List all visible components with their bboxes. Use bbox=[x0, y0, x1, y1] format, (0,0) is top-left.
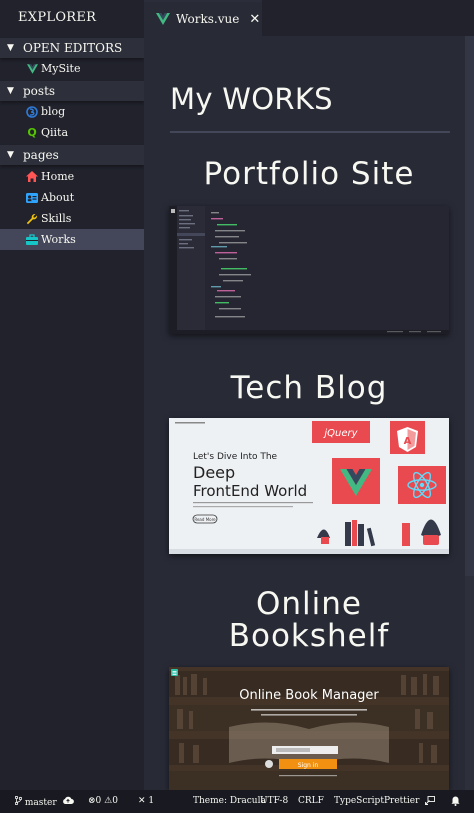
branch-name: master bbox=[24, 798, 57, 808]
language-status[interactable]: TypeScript bbox=[334, 796, 384, 806]
item-label: MySite bbox=[41, 62, 81, 75]
chevron-down-icon: ▼ bbox=[7, 43, 14, 53]
section-label: OPEN EDITORS bbox=[23, 41, 123, 55]
bookshelf-screenshot: Online Book Manager Sign in bbox=[169, 667, 449, 790]
item-label: Works bbox=[41, 233, 76, 246]
item-label: Home bbox=[41, 170, 75, 183]
blog-read-more: Read More bbox=[194, 517, 216, 522]
blog-headline-1: Deep bbox=[193, 463, 235, 482]
work-title-tech-blog: Tech Blog bbox=[230, 370, 388, 406]
editor-scrollbar[interactable] bbox=[465, 36, 474, 790]
title-divider bbox=[170, 131, 450, 133]
code-editor-screenshot bbox=[169, 206, 449, 334]
item-label: About bbox=[41, 191, 75, 204]
sidebar-item-about[interactable]: About bbox=[0, 187, 144, 208]
close-icon[interactable]: ✕ bbox=[249, 12, 260, 27]
sidebar-item-skills[interactable]: Skills bbox=[0, 208, 144, 229]
editor-tab-bar: Works.vue ✕ bbox=[144, 0, 474, 36]
jquery-logo-text: jQuery bbox=[322, 428, 358, 439]
git-branch-icon bbox=[14, 795, 23, 806]
tools-count: 1 bbox=[148, 796, 155, 806]
vue-icon bbox=[26, 63, 38, 75]
status-bar: master ⊗0 ⚠0 ✕ 1 Theme: Dracula UTF-8 CR… bbox=[0, 790, 474, 813]
problems-status[interactable]: ⊗0 ⚠0 bbox=[88, 796, 118, 806]
tech-blog-screenshot: jQuery A Let's Dive Into The Deep FrontE… bbox=[169, 418, 449, 554]
sidebar-item-home[interactable]: Home bbox=[0, 166, 144, 187]
toolbox-icon bbox=[26, 234, 38, 246]
work-title-portfolio: Portfolio Site bbox=[203, 156, 415, 192]
id-card-icon bbox=[26, 192, 38, 204]
encoding-status[interactable]: UTF-8 bbox=[260, 796, 288, 806]
bookshelf-signin: Sign in bbox=[298, 762, 319, 769]
section-pages[interactable]: ▼ pages bbox=[0, 145, 144, 165]
bookshelf-heading: Online Book Manager bbox=[239, 688, 379, 703]
portfolio-site-thumbnail[interactable] bbox=[169, 206, 449, 334]
editor-content: My WORKS Portfolio Site Tech Blog jQuery… bbox=[144, 36, 474, 790]
open-editor-mysite[interactable]: MySite bbox=[0, 58, 144, 79]
eol-status[interactable]: CRLF bbox=[298, 796, 324, 806]
sidebar-item-blog[interactable]: blog bbox=[0, 101, 144, 122]
scrollbar-thumb[interactable] bbox=[465, 36, 474, 576]
svg-text:A: A bbox=[404, 436, 412, 447]
tab-label: Works.vue bbox=[176, 12, 240, 26]
item-label: blog bbox=[41, 105, 66, 118]
tools-status[interactable]: ✕ 1 bbox=[138, 796, 154, 806]
theme-status[interactable]: Theme: Dracula bbox=[193, 796, 266, 806]
item-label: Qiita bbox=[41, 126, 69, 139]
feedback-icon[interactable] bbox=[425, 796, 435, 808]
chevron-down-icon: ▼ bbox=[7, 150, 14, 160]
error-icon: ⊗ bbox=[88, 796, 96, 806]
warning-count: 0 bbox=[112, 796, 118, 806]
work-title-online-bookshelf-1: Online bbox=[256, 586, 362, 622]
online-bookshelf-thumbnail[interactable]: Online Book Manager Sign in bbox=[169, 667, 449, 790]
item-label: Skills bbox=[41, 212, 72, 225]
qiita-icon: Q bbox=[27, 126, 37, 139]
git-branch-status[interactable]: master bbox=[14, 795, 57, 808]
section-posts[interactable]: ▼ posts bbox=[0, 81, 144, 101]
wrench-icon bbox=[26, 213, 38, 225]
tools-icon: ✕ bbox=[138, 796, 146, 806]
page-title: My WORKS bbox=[170, 82, 333, 116]
notification-bell-icon[interactable] bbox=[451, 796, 460, 809]
formatter-status[interactable]: Prettier bbox=[384, 796, 419, 806]
sidebar-item-qiita[interactable]: Q Qiita bbox=[0, 122, 144, 143]
blog-headline-2: FrontEnd World bbox=[193, 482, 307, 500]
chevron-down-icon: ▼ bbox=[7, 86, 14, 96]
error-count: 0 bbox=[95, 796, 102, 806]
section-label: pages bbox=[23, 148, 59, 162]
blog-tagline: Let's Dive Into The bbox=[193, 452, 278, 462]
home-icon bbox=[26, 171, 38, 183]
explorer-title: EXPLORER bbox=[18, 10, 97, 25]
tech-blog-thumbnail[interactable]: jQuery A Let's Dive Into The Deep FrontE… bbox=[169, 418, 449, 554]
work-title-online-bookshelf-2: Bookshelf bbox=[228, 618, 390, 654]
cloud-sync-icon[interactable] bbox=[62, 795, 74, 808]
explorer-sidebar: EXPLORER ▼ OPEN EDITORS MySite ▼ posts b… bbox=[0, 0, 144, 790]
blog-icon bbox=[26, 105, 38, 118]
section-label: posts bbox=[23, 84, 56, 98]
tab-works-vue[interactable]: Works.vue ✕ bbox=[144, 0, 262, 36]
sidebar-item-works[interactable]: Works bbox=[0, 229, 144, 250]
vue-icon bbox=[156, 12, 170, 26]
section-open-editors[interactable]: ▼ OPEN EDITORS bbox=[0, 38, 144, 58]
